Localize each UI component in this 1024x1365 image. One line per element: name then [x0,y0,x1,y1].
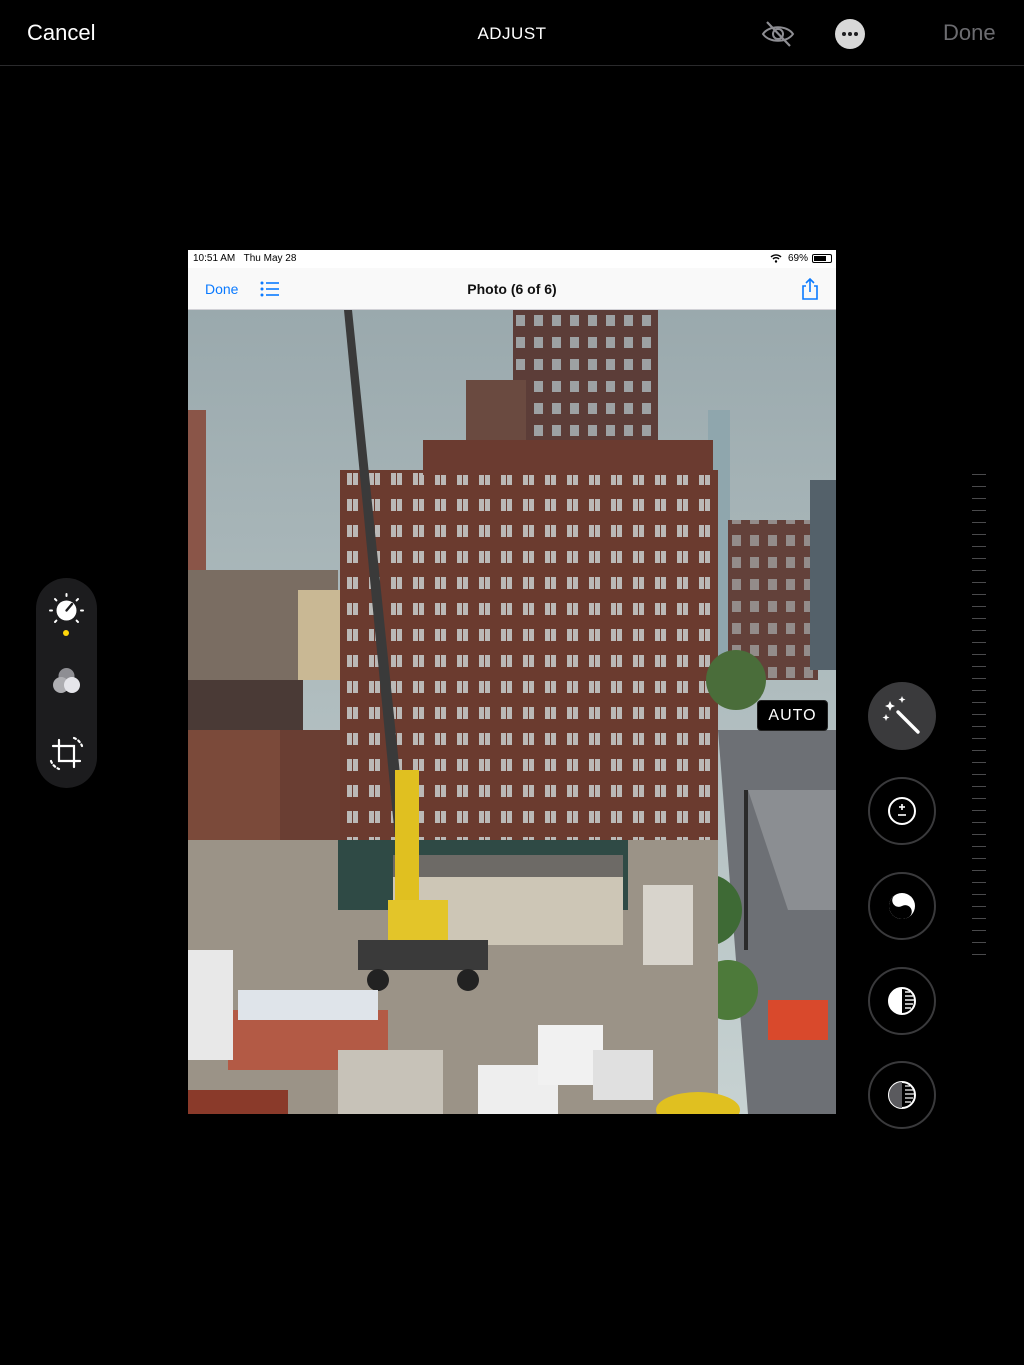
slider-tick [972,894,986,895]
slider-tick [972,534,986,535]
crop-rotate-icon[interactable] [46,733,87,774]
top-bar: Cancel ADJUST Done [0,0,1024,66]
ellipsis-circle-icon[interactable] [835,19,865,49]
slider-tick [972,642,986,643]
photo-preview[interactable]: 10:51 AM Thu May 28 69% Done Photo (6 of… [188,250,836,1114]
page-title: ADJUST [477,24,547,43]
slider-tick [972,810,986,811]
adjust-dial-icon[interactable] [46,590,87,631]
slider-tick [972,834,986,835]
slider-tick [972,786,986,787]
edit-tools-pill [36,578,97,788]
slider-tick [972,522,986,523]
slider-tick [972,822,986,823]
slider-tick [972,666,986,667]
battery-percent: 69% [787,253,808,264]
slider-tick [972,702,986,703]
wifi-icon [770,254,782,263]
slider-tick [972,498,986,499]
highlights-button[interactable] [868,967,936,1035]
slider-tick [972,678,986,679]
slider-tick [972,630,986,631]
slider-tick [972,762,986,763]
slider-tick [972,858,986,859]
magic-wand-icon [882,696,920,734]
slider-tick [972,486,986,487]
battery-icon [812,254,832,263]
shadows-button[interactable] [868,1061,936,1129]
slider-tick [972,906,986,907]
selected-tool-indicator [63,630,69,636]
slider-tick [972,654,986,655]
slider-tick [972,738,986,739]
slider-tick [972,570,986,571]
slider-tick [972,954,986,955]
photo-status-bar: 10:51 AM Thu May 28 69% [188,250,836,268]
slider-tick [972,870,986,871]
slider-tick [972,942,986,943]
slider-tick [972,714,986,715]
highlights-icon [888,987,916,1015]
status-time: 10:51 AM Thu May 28 [193,253,297,264]
brilliance-button[interactable] [868,872,936,940]
slider-tick [972,558,986,559]
exposure-button[interactable] [868,777,936,845]
slider-tick [972,582,986,583]
slider-tick [972,846,986,847]
slider-tick [972,930,986,931]
slider-tick [972,474,986,475]
adjustment-slider[interactable] [972,474,988,958]
slider-tick [972,546,986,547]
brilliance-icon [889,893,915,919]
slider-tick [972,798,986,799]
slider-tick [972,606,986,607]
slider-tick [972,510,986,511]
slider-tick [972,594,986,595]
slider-tick [972,750,986,751]
shadows-icon [888,1081,916,1109]
slider-tick [972,774,986,775]
eye-slash-icon[interactable] [760,16,796,52]
exposure-icon [888,797,916,825]
auto-enhance-button[interactable] [868,682,936,750]
slider-tick [972,726,986,727]
done-button[interactable]: Done [943,20,996,46]
photo-nav-bar: Done Photo (6 of 6) [188,268,836,310]
share-icon [802,277,818,300]
construction-site-photo [188,310,836,1114]
slider-tick [972,690,986,691]
slider-tick [972,882,986,883]
slider-tick [972,618,986,619]
auto-label: AUTO [757,700,828,731]
slider-tick [972,918,986,919]
photo-nav-title: Photo (6 of 6) [467,281,557,297]
filters-icon[interactable] [46,662,87,703]
